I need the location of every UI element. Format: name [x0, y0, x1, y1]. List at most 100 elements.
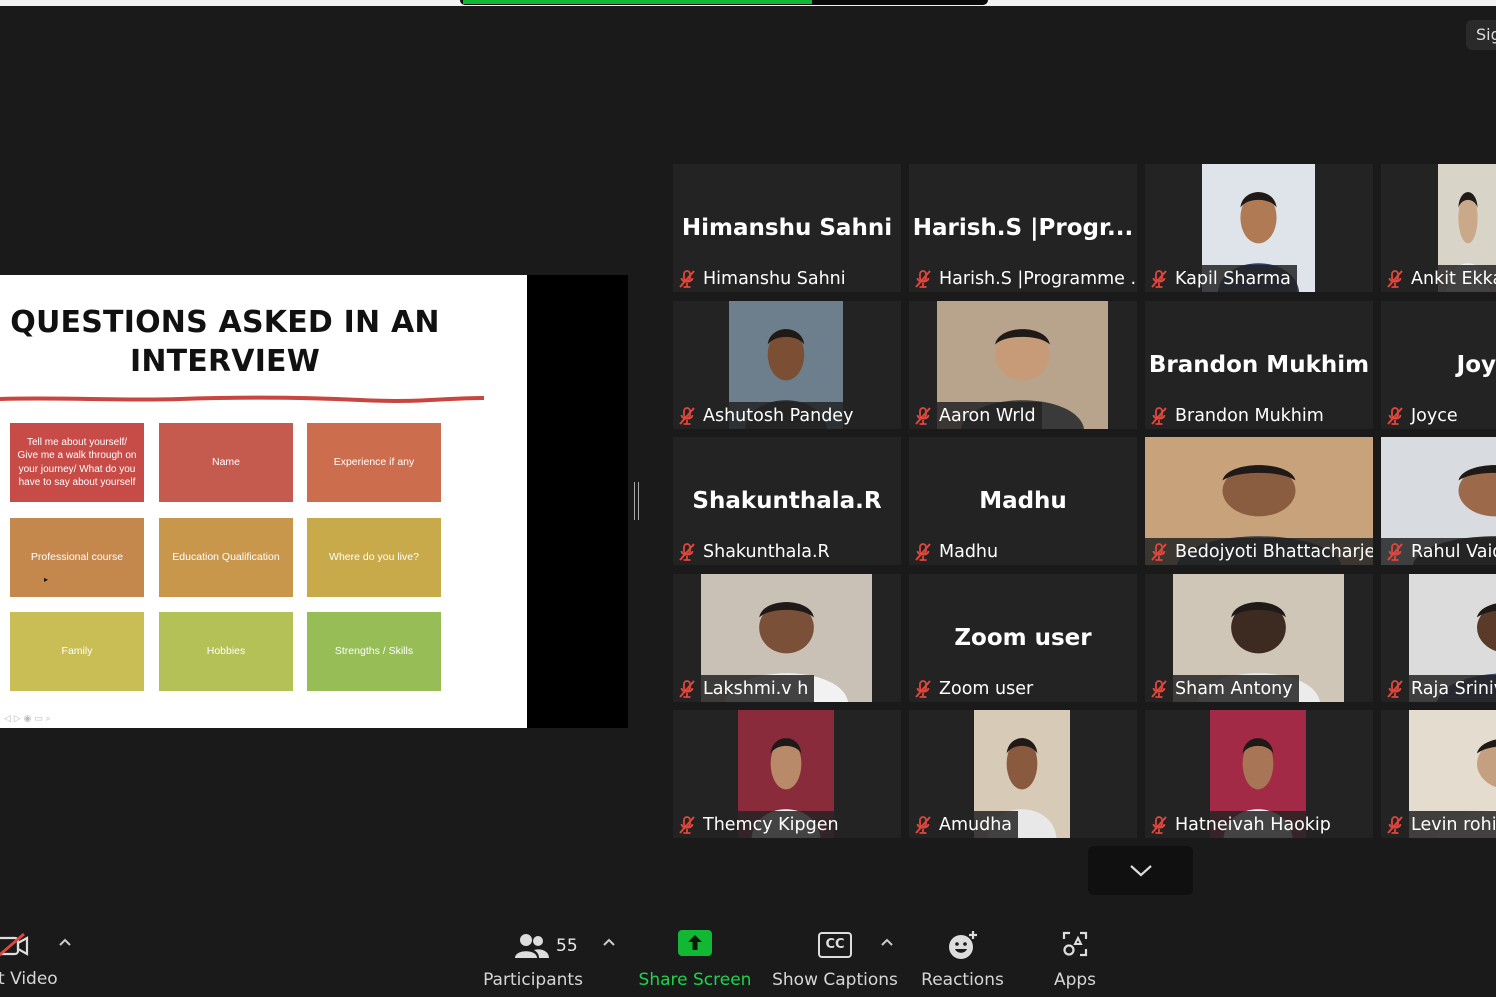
mic-muted-icon [679, 815, 695, 834]
participant-nameplate: Levin rohit [1381, 811, 1496, 838]
participant-tile[interactable]: Hatneivah Haokip [1145, 710, 1373, 838]
splitter-handle[interactable] [634, 482, 639, 520]
chevron-down-icon [1129, 864, 1152, 876]
participant-tile[interactable]: Rahul Vaid [1381, 437, 1496, 565]
slide-box: Family [10, 612, 144, 691]
mic-muted-icon [1151, 679, 1167, 698]
participant-tile[interactable]: Ashutosh Pandey [673, 301, 901, 429]
shared-screen: QUESTIONS ASKED IN AN INTERVIEW Tell me … [0, 275, 628, 728]
show-captions-button[interactable]: CC Show Captions [772, 910, 898, 997]
mic-muted-icon [679, 269, 695, 288]
participants-count: 55 [556, 936, 578, 956]
slide-box: Name [159, 423, 293, 502]
slide-box: Hobbies [159, 612, 293, 691]
participant-name: Hatneivah Haokip [1175, 814, 1331, 835]
mic-muted-icon [915, 815, 931, 834]
participant-name: Raja Sriniv [1411, 678, 1496, 699]
slide-title-line1: QUESTIONS ASKED IN AN [10, 305, 440, 340]
participant-name: Ashutosh Pandey [703, 405, 854, 426]
participant-nameplate: Rahul Vaid [1381, 538, 1496, 565]
participant-nameplate: Shakunthala.R [673, 538, 836, 565]
slide-nav-controls[interactable]: ◁ ▷ ◉ ▭ ⌕ [4, 714, 51, 724]
scroll-down-button[interactable] [1088, 846, 1193, 895]
participant-tile[interactable]: Ankit Ekka [1381, 164, 1496, 292]
slide-box: Education Qualification [159, 518, 293, 597]
sharing-indicator-bar[interactable] [460, 0, 988, 5]
reactions-label: Reactions [921, 970, 1004, 990]
participants-label: Participants [483, 970, 583, 990]
participant-nameplate: Lakshmi.v h [673, 675, 815, 702]
share-screen-button[interactable]: Share Screen [638, 910, 752, 997]
participant-tile[interactable]: Joy Joyce [1381, 301, 1496, 429]
participant-nameplate: Ashutosh Pandey [673, 402, 860, 429]
participant-tile[interactable]: Harish.S |Progr... Harish.S |Programme ..… [909, 164, 1137, 292]
participant-tile[interactable]: Themcy Kipgen [673, 710, 901, 838]
mic-muted-icon [679, 542, 695, 561]
participant-tile[interactable]: Levin rohit [1381, 710, 1496, 838]
mic-muted-icon [915, 542, 931, 561]
participant-name: Kapil Sharma [1175, 268, 1291, 289]
participant-name: Himanshu Sahni [703, 268, 846, 289]
participant-tile[interactable]: Raja Sriniv [1381, 574, 1496, 702]
slide: QUESTIONS ASKED IN AN INTERVIEW Tell me … [0, 275, 527, 728]
participant-nameplate: Zoom user [909, 675, 1040, 702]
participant-nameplate: Aaron Wrld [909, 402, 1042, 429]
participants-options-caret-icon[interactable] [602, 936, 616, 950]
captions-icon: CC [818, 932, 852, 958]
slide-box: Tell me about yourself/ Give me a walk t… [10, 423, 144, 502]
participant-name: Bedojyoti Bhattacharjee [1175, 541, 1373, 562]
participant-nameplate: Brandon Mukhim [1145, 402, 1330, 429]
video-options-caret-icon[interactable] [58, 936, 72, 950]
participant-tile[interactable]: Himanshu Sahni Himanshu Sahni [673, 164, 901, 292]
participant-name: Rahul Vaid [1411, 541, 1496, 562]
participant-tile[interactable]: Shakunthala.R Shakunthala.R [673, 437, 901, 565]
participant-nameplate: Harish.S |Programme ... [909, 265, 1137, 292]
sign-button[interactable]: Sig [1466, 20, 1496, 50]
mic-muted-icon [915, 679, 931, 698]
mic-muted-icon [1387, 815, 1403, 834]
participant-name: Lakshmi.v h [703, 678, 809, 699]
mic-muted-icon [915, 269, 931, 288]
mic-muted-icon [1151, 542, 1167, 561]
sharing-indicator-fill [463, 0, 812, 4]
participant-nameplate: Amudha [909, 811, 1019, 838]
participant-name: Levin rohit [1411, 814, 1496, 835]
slide-title: QUESTIONS ASKED IN AN INTERVIEW [0, 303, 450, 381]
mouse-pointer: ▸ [44, 575, 49, 584]
reactions-icon [948, 931, 977, 959]
participant-nameplate: Ankit Ekka [1381, 265, 1496, 292]
mic-muted-icon [1387, 679, 1403, 698]
participant-tile[interactable]: Kapil Sharma [1145, 164, 1373, 292]
mic-muted-icon [915, 406, 931, 425]
stop-video-button[interactable]: t Video [0, 910, 70, 997]
participant-nameplate: Raja Sriniv [1381, 675, 1496, 702]
reactions-button[interactable]: Reactions [915, 910, 1010, 997]
participant-tile[interactable]: Sham Antony [1145, 574, 1373, 702]
participant-tile[interactable]: Bedojyoti Bhattacharjee [1145, 437, 1373, 565]
share-screen-label: Share Screen [638, 970, 752, 990]
participant-name: Aaron Wrld [939, 405, 1036, 426]
slide-box: Professional course [10, 518, 144, 597]
participant-tile[interactable]: Zoom user Zoom user [909, 574, 1137, 702]
apps-label: Apps [1053, 970, 1097, 990]
participant-nameplate: Himanshu Sahni [673, 265, 852, 292]
apps-icon [1062, 931, 1088, 957]
participants-button[interactable]: 55 Participants [478, 910, 588, 997]
participant-nameplate: Kapil Sharma [1145, 265, 1297, 292]
participant-tile[interactable]: Lakshmi.v h [673, 574, 901, 702]
slide-title-line2: INTERVIEW [129, 344, 321, 379]
video-off-icon [0, 932, 29, 957]
share-screen-icon [678, 930, 712, 956]
participant-tile[interactable]: Madhu Madhu [909, 437, 1137, 565]
mic-muted-icon [1151, 815, 1167, 834]
mic-muted-icon [1387, 542, 1403, 561]
captions-options-caret-icon[interactable] [880, 936, 894, 950]
participant-name: Joyce [1411, 405, 1458, 426]
apps-button[interactable]: Apps [1040, 910, 1110, 997]
mic-muted-icon [679, 406, 695, 425]
video-label: t Video [0, 969, 58, 989]
participant-nameplate: Bedojyoti Bhattacharjee [1145, 538, 1373, 565]
participant-tile[interactable]: Brandon Mukhim Brandon Mukhim [1145, 301, 1373, 429]
participant-tile[interactable]: Aaron Wrld [909, 301, 1137, 429]
participant-tile[interactable]: Amudha [909, 710, 1137, 838]
